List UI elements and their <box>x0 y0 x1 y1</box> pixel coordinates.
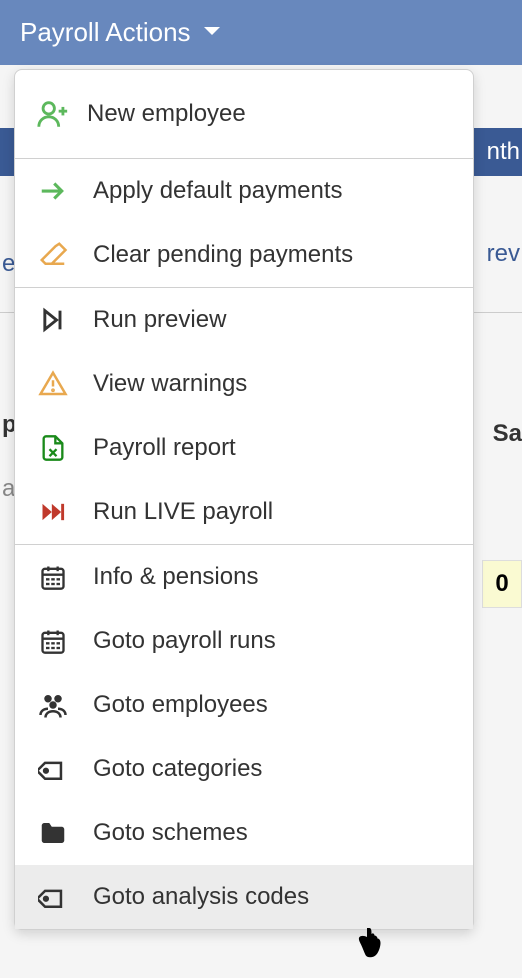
arrow-right-icon <box>35 173 71 209</box>
menu-item-label: Goto schemes <box>93 819 248 847</box>
calendar-icon <box>35 559 71 595</box>
menu-item-goto-employees[interactable]: Goto employees <box>15 673 473 737</box>
skip-next-icon <box>35 302 71 338</box>
header-title[interactable]: Payroll Actions <box>20 17 191 48</box>
menu-item-apply-default-payments[interactable]: Apply default payments <box>15 159 473 223</box>
truncated-link-right[interactable]: rev <box>487 240 520 268</box>
menu-item-label: Clear pending payments <box>93 241 353 269</box>
eraser-icon <box>35 237 71 273</box>
users-icon <box>35 687 71 723</box>
calendar-icon <box>35 623 71 659</box>
user-plus-icon <box>35 96 71 132</box>
tag-icon <box>35 751 71 787</box>
menu-item-label: Run preview <box>93 306 226 334</box>
menu-item-goto-payroll-runs[interactable]: Goto payroll runs <box>15 609 473 673</box>
truncated-text-right: Sa <box>493 420 522 448</box>
menu-item-goto-analysis-codes[interactable]: Goto analysis codes <box>15 865 473 929</box>
yellow-value: 0 <box>495 570 508 598</box>
fast-forward-icon <box>35 494 71 530</box>
menu-item-label: Goto categories <box>93 755 262 783</box>
sub-header-text: nth <box>487 138 520 166</box>
menu-item-goto-categories[interactable]: Goto categories <box>15 737 473 801</box>
menu-item-run-live-payroll[interactable]: Run LIVE payroll <box>15 480 473 544</box>
menu-item-label: Run LIVE payroll <box>93 498 273 526</box>
menu-item-goto-schemes[interactable]: Goto schemes <box>15 801 473 865</box>
menu-item-label: Goto payroll runs <box>93 627 276 655</box>
menu-item-new-employee[interactable]: New employee <box>15 70 473 158</box>
pointer-cursor-icon <box>352 925 388 966</box>
menu-item-view-warnings[interactable]: View warnings <box>15 352 473 416</box>
chevron-down-icon[interactable] <box>203 24 221 42</box>
menu-item-label: Apply default payments <box>93 177 342 205</box>
header-bar: Payroll Actions <box>0 0 522 65</box>
menu-item-label: Info & pensions <box>93 563 258 591</box>
menu-item-label: New employee <box>87 100 246 128</box>
menu-item-run-preview[interactable]: Run preview <box>15 288 473 352</box>
menu-item-payroll-report[interactable]: Payroll report <box>15 416 473 480</box>
menu-item-label: View warnings <box>93 370 247 398</box>
menu-item-clear-pending-payments[interactable]: Clear pending payments <box>15 223 473 287</box>
folder-icon <box>35 815 71 851</box>
file-excel-icon <box>35 430 71 466</box>
menu-item-label: Payroll report <box>93 434 236 462</box>
menu-item-label: Goto employees <box>93 691 268 719</box>
payroll-actions-dropdown: New employee Apply default payments Clear … <box>14 69 474 930</box>
yellow-value-cell: 0 <box>482 560 522 608</box>
menu-item-label: Goto analysis codes <box>93 883 309 911</box>
menu-item-info-pensions[interactable]: Info & pensions <box>15 545 473 609</box>
tag-icon <box>35 879 71 915</box>
warning-icon <box>35 366 71 402</box>
